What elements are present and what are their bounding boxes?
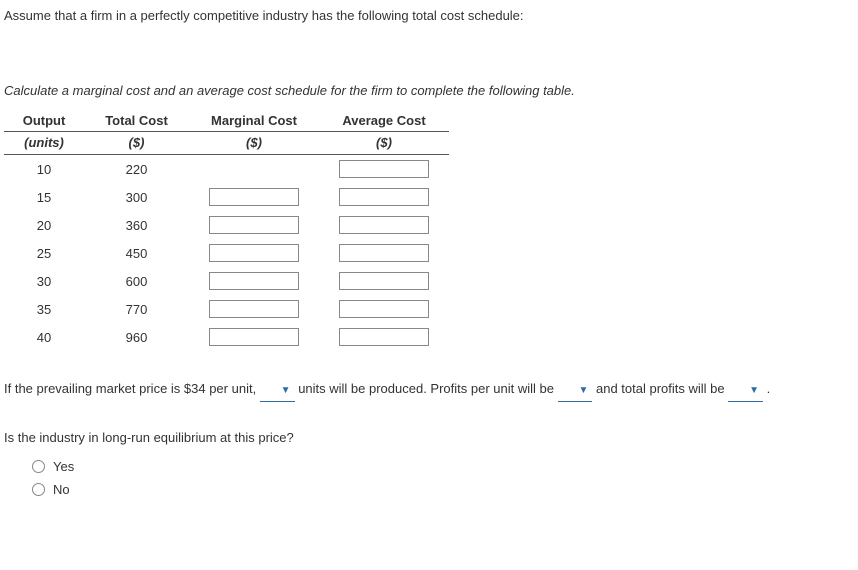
table-row: 15300 (4, 183, 449, 211)
header-output: Output (4, 110, 84, 132)
cell-marginal-cost (189, 267, 319, 295)
table-row: 20360 (4, 211, 449, 239)
cell-average-cost (319, 155, 449, 184)
cell-total-cost: 300 (84, 183, 189, 211)
chevron-down-icon: ▼ (578, 385, 588, 396)
cell-average-cost (319, 183, 449, 211)
header-marginal-cost-sub: ($) (189, 132, 319, 155)
header-average-cost-sub: ($) (319, 132, 449, 155)
cell-average-cost (319, 323, 449, 351)
table-row: 30600 (4, 267, 449, 295)
cell-total-cost: 360 (84, 211, 189, 239)
input-marginal-cost[interactable] (209, 272, 299, 290)
cell-marginal-cost (189, 183, 319, 211)
sentence-part1: If the prevailing market price is $34 pe… (4, 381, 256, 396)
table-row: 25450 (4, 239, 449, 267)
cell-marginal-cost (189, 211, 319, 239)
cell-average-cost (319, 211, 449, 239)
cell-marginal-cost (189, 323, 319, 351)
dropdown-total-profit[interactable]: ▼ (728, 379, 763, 402)
cell-total-cost: 220 (84, 155, 189, 184)
header-average-cost: Average Cost (319, 110, 449, 132)
input-average-cost[interactable] (339, 244, 429, 262)
table-row: 35770 (4, 295, 449, 323)
radio-row-no[interactable]: No (32, 482, 850, 497)
cell-average-cost (319, 239, 449, 267)
radio-row-yes[interactable]: Yes (32, 459, 850, 474)
cell-average-cost (319, 267, 449, 295)
input-average-cost[interactable] (339, 300, 429, 318)
input-average-cost[interactable] (339, 272, 429, 290)
cell-marginal-cost (189, 239, 319, 267)
equilibrium-question: Is the industry in long-run equilibrium … (4, 430, 850, 445)
cell-output: 30 (4, 267, 84, 295)
input-marginal-cost[interactable] (209, 300, 299, 318)
input-marginal-cost[interactable] (209, 328, 299, 346)
cell-total-cost: 960 (84, 323, 189, 351)
cost-table: Output Total Cost Marginal Cost Average … (4, 110, 449, 351)
header-total-cost: Total Cost (84, 110, 189, 132)
input-marginal-cost[interactable] (209, 244, 299, 262)
input-average-cost[interactable] (339, 188, 429, 206)
chevron-down-icon: ▼ (281, 385, 291, 396)
cell-output: 20 (4, 211, 84, 239)
cell-output: 40 (4, 323, 84, 351)
cell-output: 15 (4, 183, 84, 211)
input-average-cost[interactable] (339, 216, 429, 234)
radio-yes[interactable] (32, 460, 45, 473)
table-row: 10220 (4, 155, 449, 184)
dropdown-profit-per-unit[interactable]: ▼ (558, 379, 593, 402)
sentence-part2: units will be produced. Profits per unit… (298, 381, 554, 396)
fill-sentence: If the prevailing market price is $34 pe… (4, 379, 850, 402)
chevron-down-icon: ▼ (749, 385, 759, 396)
radio-no[interactable] (32, 483, 45, 496)
dropdown-units[interactable]: ▼ (260, 379, 295, 402)
cell-average-cost (319, 295, 449, 323)
cell-output: 10 (4, 155, 84, 184)
input-marginal-cost[interactable] (209, 188, 299, 206)
intro-text: Assume that a firm in a perfectly compet… (4, 8, 850, 23)
header-total-cost-sub: ($) (84, 132, 189, 155)
cell-total-cost: 770 (84, 295, 189, 323)
cell-total-cost: 450 (84, 239, 189, 267)
sentence-part4: . (767, 381, 771, 396)
input-average-cost[interactable] (339, 328, 429, 346)
instruction-text: Calculate a marginal cost and an average… (4, 83, 850, 98)
cell-output: 25 (4, 239, 84, 267)
cell-total-cost: 600 (84, 267, 189, 295)
radio-yes-label: Yes (53, 459, 74, 474)
cell-output: 35 (4, 295, 84, 323)
table-row: 40960 (4, 323, 449, 351)
input-average-cost[interactable] (339, 160, 429, 178)
header-marginal-cost: Marginal Cost (189, 110, 319, 132)
cell-marginal-cost (189, 295, 319, 323)
header-output-sub: (units) (4, 132, 84, 155)
radio-no-label: No (53, 482, 70, 497)
cell-marginal-cost (189, 155, 319, 184)
input-marginal-cost[interactable] (209, 216, 299, 234)
sentence-part3: and total profits will be (596, 381, 725, 396)
